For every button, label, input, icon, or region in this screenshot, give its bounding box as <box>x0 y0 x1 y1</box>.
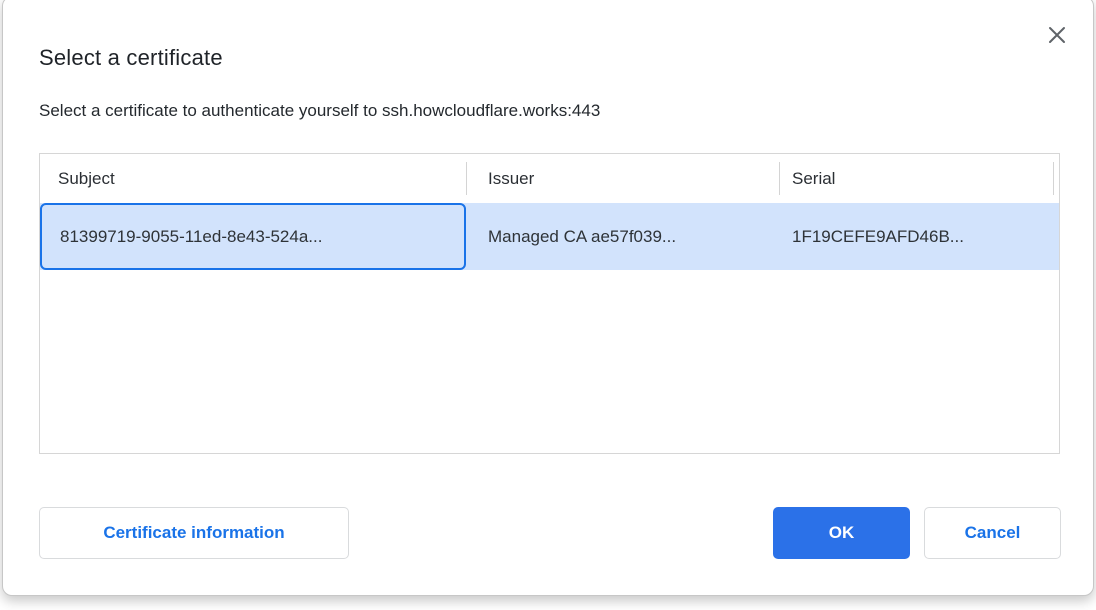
scrollbar-gutter <box>1053 154 1059 203</box>
dialog-subtitle: Select a certificate to authenticate you… <box>39 101 600 121</box>
cell-gutter <box>1053 203 1059 270</box>
cell-issuer: Managed CA ae57f039... <box>466 203 779 270</box>
close-button[interactable] <box>1043 21 1071 49</box>
close-icon <box>1047 25 1067 45</box>
cancel-button[interactable]: Cancel <box>924 507 1061 559</box>
column-header-subject[interactable]: Subject <box>40 154 466 203</box>
certificate-table: Subject Issuer Serial 81399719-9055-11ed… <box>39 153 1060 454</box>
column-header-serial[interactable]: Serial <box>779 154 1053 203</box>
column-header-issuer[interactable]: Issuer <box>466 154 779 203</box>
dialog-title: Select a certificate <box>39 45 223 71</box>
certificate-row-selected[interactable]: 81399719-9055-11ed-8e43-524a... Managed … <box>40 203 1059 270</box>
certificate-information-button[interactable]: Certificate information <box>39 507 349 559</box>
cell-subject: 81399719-9055-11ed-8e43-524a... <box>40 203 466 270</box>
certificate-select-dialog: Select a certificate Select a certificat… <box>2 0 1094 596</box>
ok-button[interactable]: OK <box>773 507 910 559</box>
table-header-row: Subject Issuer Serial <box>40 154 1059 203</box>
cell-serial: 1F19CEFE9AFD46B... <box>779 203 1053 270</box>
